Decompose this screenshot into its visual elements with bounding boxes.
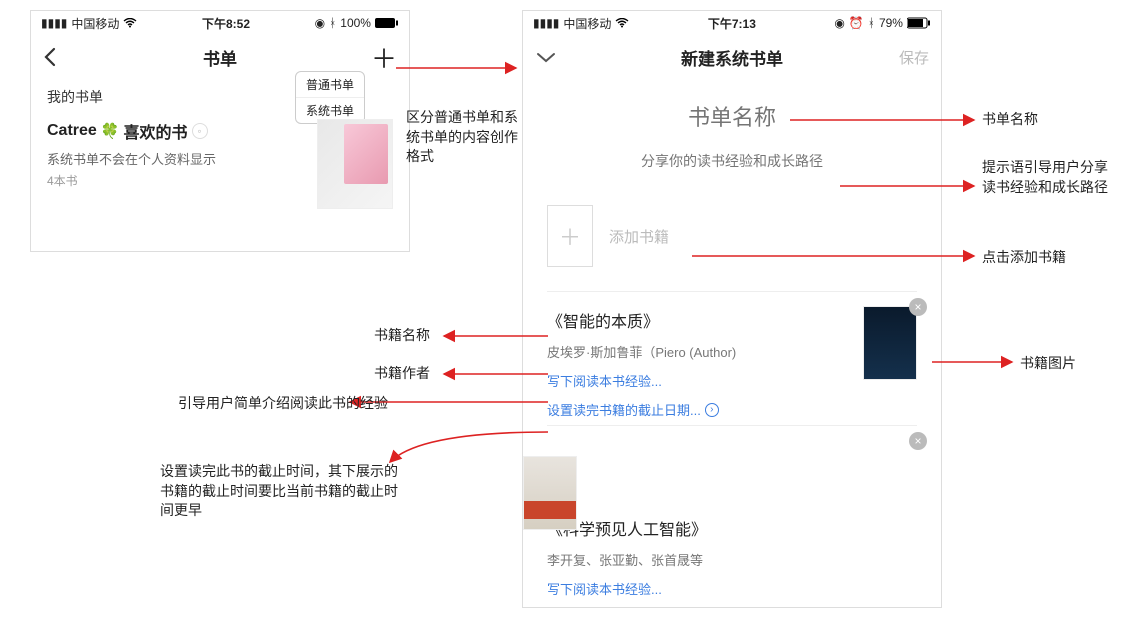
add-book-icon[interactable]: ＋ — [547, 205, 593, 267]
signal-icon: ▮▮▮▮ — [533, 16, 559, 30]
book-cover[interactable] — [863, 306, 917, 380]
anno-cover: 书籍图片 — [1020, 354, 1076, 374]
back-icon[interactable] — [43, 47, 57, 67]
booklist-cover — [317, 119, 393, 209]
anno-experience: 引导用户简单介绍阅读此书的经验 — [178, 394, 388, 414]
booklist-name-input[interactable] — [543, 89, 921, 141]
battery-pct: 100% — [340, 16, 371, 30]
remove-book-icon[interactable]: × — [909, 298, 927, 316]
title-post: 喜欢的书 — [124, 119, 188, 143]
write-experience-link[interactable]: 写下阅读本书经验... — [547, 371, 917, 390]
anno-name: 书单名称 — [982, 110, 1038, 130]
anno-booktitle: 书籍名称 — [374, 326, 430, 346]
carrier-label: 中国移动 — [563, 15, 611, 32]
anno-desc: 提示语引导用户分享读书经验和成长路径 — [982, 158, 1112, 197]
clock-label: 下午7:13 — [708, 15, 756, 32]
alarm-icon: ⏰ — [849, 16, 864, 30]
add-book-row[interactable]: ＋ 添加书籍 — [523, 191, 941, 291]
book-title: 《智能的本质》 — [547, 308, 917, 332]
book-author: 皮埃罗·斯加鲁菲（Piero (Author) — [547, 342, 917, 361]
booklist-card[interactable]: Catree 🍀 喜欢的书 ◦ 系统书单不会在个人资料显示 4本书 — [31, 111, 409, 221]
booklist-desc-input[interactable] — [543, 141, 921, 181]
title-pre: Catree — [47, 122, 97, 140]
add-booklist-button[interactable]: ＋ — [371, 39, 397, 76]
book-item-1: × 《智能的本质》 皮埃罗·斯加鲁菲（Piero (Author) 写下阅读本书… — [523, 292, 941, 425]
compass-icon: ◉ — [315, 16, 325, 30]
signal-icon: ▮▮▮▮ — [41, 16, 67, 30]
anno-deadline: 设置读完此书的截止时间，其下展示的书籍的截止时间要比当前书籍的截止时间更早 — [160, 462, 400, 521]
wifi-icon — [615, 18, 629, 28]
page-title: 书单 — [31, 45, 409, 70]
wifi-icon — [123, 18, 137, 28]
status-bar: ▮▮▮▮ 中国移动 下午7:13 ◉ ⏰ ᚼ 79% — [523, 11, 941, 35]
battery-pct: 79% — [879, 16, 903, 30]
book-cover[interactable] — [523, 456, 577, 530]
remove-book-icon[interactable]: × — [909, 432, 927, 450]
phone-right-create: ▮▮▮▮ 中国移动 下午7:13 ◉ ⏰ ᚼ 79% 新建系统书单 保存 — [522, 10, 942, 608]
write-experience-link[interactable]: 写下阅读本书经验... — [547, 579, 917, 598]
bluetooth-icon: ᚼ — [329, 16, 336, 30]
clock-label: 下午8:52 — [202, 15, 250, 32]
dropdown-item-normal[interactable]: 普通书单 — [296, 72, 364, 98]
anno-author: 书籍作者 — [374, 364, 430, 384]
add-book-label: 添加书籍 — [609, 226, 669, 247]
anno-addbook: 点击添加书籍 — [982, 248, 1066, 268]
status-bar: ▮▮▮▮ 中国移动 下午8:52 ◉ ᚼ 100% — [31, 11, 409, 35]
set-deadline-link[interactable]: 设置读完书籍的截止日期... › — [547, 400, 917, 419]
book-item-2: × 《科学预见人工智能》 李开复、张亚勤、张首晟等 写下阅读本书经验... 设置… — [523, 426, 941, 608]
book-author: 李开复、张亚勤、张首晟等 — [547, 550, 917, 569]
carrier-label: 中国移动 — [71, 15, 119, 32]
due-text: 设置读完书籍的截止日期... — [547, 400, 701, 419]
anno-diff-types: 区分普通书单和系统书单的内容创作格式 — [406, 108, 526, 167]
compass-icon: ◉ — [834, 16, 844, 30]
exp-text: 写下阅读本书经验... — [547, 371, 662, 390]
page-title: 新建系统书单 — [523, 45, 941, 70]
booklist-subtitle: 系统书单不会在个人资料显示 — [47, 149, 317, 168]
bluetooth-icon: ᚼ — [868, 16, 875, 30]
phone-left-booklist: ▮▮▮▮ 中国移动 下午8:52 ◉ ᚼ 100% 书单 ＋ 普通书单 — [30, 10, 410, 252]
book-title: 《科学预见人工智能》 — [547, 516, 917, 540]
navbar: 书单 ＋ 普通书单 系统书单 — [31, 35, 409, 79]
battery-icon — [907, 17, 931, 29]
booklist-type-dropdown: 普通书单 系统书单 — [295, 71, 365, 124]
battery-icon — [375, 17, 399, 29]
dismiss-icon[interactable] — [535, 50, 557, 64]
private-icon: ◦ — [192, 123, 208, 139]
booklist-count: 4本书 — [47, 172, 317, 189]
booklist-title: Catree 🍀 喜欢的书 ◦ — [47, 119, 317, 143]
navbar: 新建系统书单 保存 — [523, 35, 941, 79]
clover-icon: 🍀 — [101, 122, 120, 140]
info-icon: › — [705, 403, 719, 417]
exp-text: 写下阅读本书经验... — [547, 579, 662, 598]
save-button[interactable]: 保存 — [899, 47, 929, 68]
